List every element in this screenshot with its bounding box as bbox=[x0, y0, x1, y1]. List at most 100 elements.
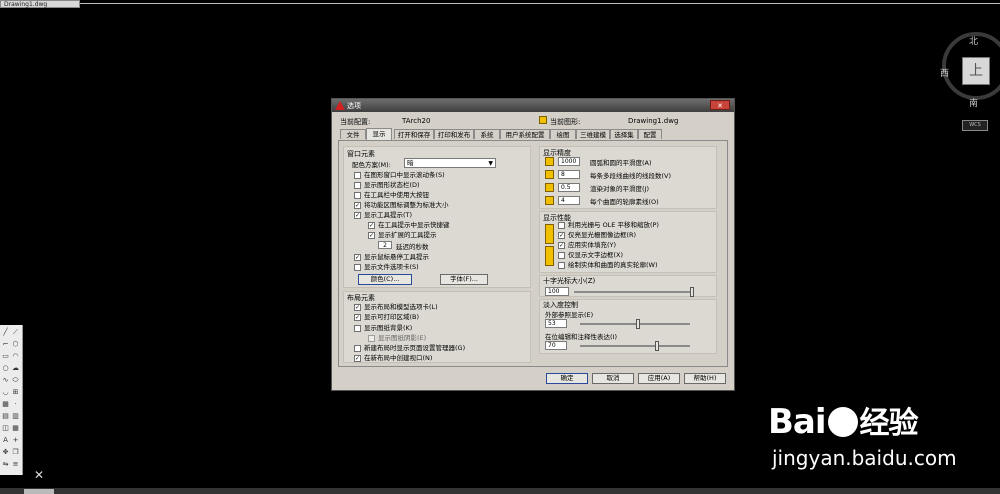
hatch-icon[interactable]: ▤ bbox=[2, 413, 9, 420]
crosshair-slider-thumb[interactable] bbox=[690, 287, 694, 297]
tab-open-save[interactable]: 打开和保存 bbox=[394, 129, 434, 139]
arc-smoothness-icon bbox=[545, 157, 554, 166]
inplace-slider-thumb[interactable] bbox=[655, 341, 659, 351]
checkbox[interactable] bbox=[354, 325, 361, 332]
color-scheme-select[interactable]: 暗 ▼ bbox=[404, 158, 496, 168]
arc-icon[interactable]: ◠ bbox=[12, 353, 19, 360]
fonts-button[interactable]: 字体(F)... bbox=[440, 274, 488, 285]
checkbox[interactable]: ✓ bbox=[354, 202, 361, 209]
render-smoothness-label: 渲染对象的平滑度(J) bbox=[590, 185, 649, 193]
draw-toolbar: ╱ ⟋ ⌐ ⬡ ▭ ◠ ○ ☁ ∿ ⬭ ◡ ⊞ ▦ · ▤ ▥ ◫ ▦ A + … bbox=[0, 325, 23, 475]
insert-block-icon[interactable]: ⊞ bbox=[12, 389, 19, 396]
colors-button[interactable]: 颜色(C)... bbox=[358, 274, 412, 285]
display-performance-title: 显示性能 bbox=[543, 214, 571, 222]
tab-display[interactable]: 显示 bbox=[366, 128, 392, 140]
move-icon[interactable]: ✥ bbox=[2, 449, 9, 456]
checkbox[interactable] bbox=[558, 252, 565, 259]
checkbox[interactable] bbox=[354, 264, 361, 271]
ellipse-arc-icon[interactable]: ◡ bbox=[2, 389, 9, 396]
checkbox[interactable]: ✓ bbox=[558, 232, 565, 239]
tab-system[interactable]: 系统 bbox=[474, 129, 500, 139]
inplace-edit-input[interactable]: 70 bbox=[545, 341, 567, 350]
tab-drafting[interactable]: 绘图 bbox=[550, 129, 576, 139]
contour-lines-input[interactable]: 4 bbox=[558, 196, 580, 205]
checkbox[interactable]: ✓ bbox=[354, 304, 361, 311]
contour-lines-label: 每个曲面的轮廓素线(O) bbox=[590, 198, 659, 206]
checkbox[interactable] bbox=[354, 172, 361, 179]
make-block-icon[interactable]: ▦ bbox=[2, 401, 9, 408]
checkbox[interactable]: ✓ bbox=[354, 355, 361, 362]
cancel-button[interactable]: 取消 bbox=[592, 373, 634, 384]
polyline-segments-input[interactable]: 8 bbox=[558, 170, 580, 179]
spline-icon[interactable]: ∿ bbox=[2, 377, 9, 384]
status-bar bbox=[0, 488, 1000, 494]
line-icon[interactable]: ╱ bbox=[2, 329, 9, 336]
tab-selection[interactable]: 选择集 bbox=[610, 129, 638, 139]
compass-west[interactable]: 西 bbox=[940, 66, 949, 79]
checkbox[interactable] bbox=[558, 222, 565, 229]
solid-fill-icon bbox=[545, 246, 554, 266]
render-smoothness-input[interactable]: 0.5 bbox=[558, 183, 580, 192]
region-icon[interactable]: ◫ bbox=[2, 425, 9, 432]
dialog-titlebar[interactable]: 选项 ✕ bbox=[332, 99, 734, 112]
rectangle-icon[interactable]: ▭ bbox=[2, 353, 9, 360]
mirror-icon[interactable]: ⇋ bbox=[2, 461, 9, 468]
checkbox[interactable]: ✓ bbox=[354, 314, 361, 321]
xref-display-input[interactable]: 53 bbox=[545, 319, 567, 328]
polygon-icon[interactable]: ⬡ bbox=[12, 341, 19, 348]
viewcube-top-face[interactable]: 上 bbox=[962, 57, 990, 85]
xref-slider-thumb[interactable] bbox=[636, 319, 641, 329]
checkbox[interactable]: ✓ bbox=[368, 222, 375, 229]
checkbox[interactable]: ✓ bbox=[558, 242, 565, 249]
xref-slider-track[interactable] bbox=[580, 323, 690, 325]
point-icon[interactable]: · bbox=[12, 401, 19, 408]
ok-button[interactable]: 确定 bbox=[546, 373, 588, 384]
crosshair-size-input[interactable]: 100 bbox=[545, 287, 569, 296]
current-drawing-label: 当前图形: bbox=[550, 118, 581, 126]
construction-line-icon[interactable]: ⟋ bbox=[12, 329, 19, 336]
display-tab-page: 窗口元素 配色方案(M): 暗 ▼ 在图形窗口中显示滚动条(S) 显示图形状态栏… bbox=[338, 140, 728, 367]
copy-icon[interactable]: ❐ bbox=[12, 449, 19, 456]
display-performance-group: 显示性能 利用光栅与 OLE 平移和缩放(P) ✓ 仅亮显光栅图像边框(R) ✓ 应… bbox=[539, 211, 717, 273]
chevron-down-icon: ▼ bbox=[488, 160, 493, 167]
checkbox[interactable]: ✓ bbox=[354, 254, 361, 261]
ellipse-icon[interactable]: ⬭ bbox=[12, 377, 19, 384]
circle-icon[interactable]: ○ bbox=[2, 365, 9, 372]
tab-profiles[interactable]: 配置 bbox=[638, 129, 662, 139]
arc-smoothness-input[interactable]: 1000 bbox=[558, 157, 580, 166]
document-tab[interactable]: Drawing1.dwg bbox=[0, 0, 80, 8]
checkbox[interactable] bbox=[354, 345, 361, 352]
gradient-icon[interactable]: ▥ bbox=[12, 413, 19, 420]
checkbox[interactable]: ✓ bbox=[354, 212, 361, 219]
top-strip bbox=[0, 0, 1000, 10]
wcs-menu-button[interactable]: WCS bbox=[962, 120, 988, 131]
close-button[interactable]: ✕ bbox=[710, 100, 730, 110]
mtext-icon[interactable]: A bbox=[2, 437, 9, 444]
apply-button[interactable]: 应用(A) bbox=[638, 373, 680, 384]
checkbox[interactable]: ✓ bbox=[368, 232, 375, 239]
offset-icon[interactable]: ≡ bbox=[12, 461, 19, 468]
add-selected-icon[interactable]: + bbox=[12, 437, 19, 444]
model-tab[interactable] bbox=[24, 489, 54, 494]
polyline-icon[interactable]: ⌐ bbox=[2, 341, 9, 348]
help-button[interactable]: 帮助(H) bbox=[684, 373, 726, 384]
tab-plot-publish[interactable]: 打印和发布 bbox=[434, 129, 474, 139]
crosshair-slider-track[interactable] bbox=[574, 291, 692, 293]
checkbox[interactable] bbox=[354, 192, 361, 199]
color-scheme-value: 暗 bbox=[407, 159, 414, 167]
compass-north[interactable]: 北 bbox=[969, 34, 978, 47]
checkbox[interactable] bbox=[558, 262, 565, 269]
tab-files[interactable]: 文件 bbox=[340, 129, 366, 139]
table-icon[interactable]: ▦ bbox=[12, 425, 19, 432]
autocad-logo-icon bbox=[335, 101, 345, 110]
inplace-slider-track[interactable] bbox=[580, 345, 690, 347]
tab-3d-modeling[interactable]: 三维建模 bbox=[576, 129, 610, 139]
ucs-icon: ✕ bbox=[34, 468, 45, 482]
fade-control-group: 淡入度控制 外部参照显示(E) 53 在位编辑和注释性表达(I) 70 bbox=[539, 299, 717, 354]
checkbox[interactable] bbox=[354, 182, 361, 189]
tooltip-delay-input[interactable]: 2 bbox=[378, 241, 392, 249]
checkbox[interactable] bbox=[368, 335, 375, 342]
compass-south[interactable]: 南 bbox=[969, 96, 978, 109]
revcloud-icon[interactable]: ☁ bbox=[12, 365, 19, 372]
tab-user-preferences[interactable]: 用户系统配置 bbox=[500, 129, 550, 139]
